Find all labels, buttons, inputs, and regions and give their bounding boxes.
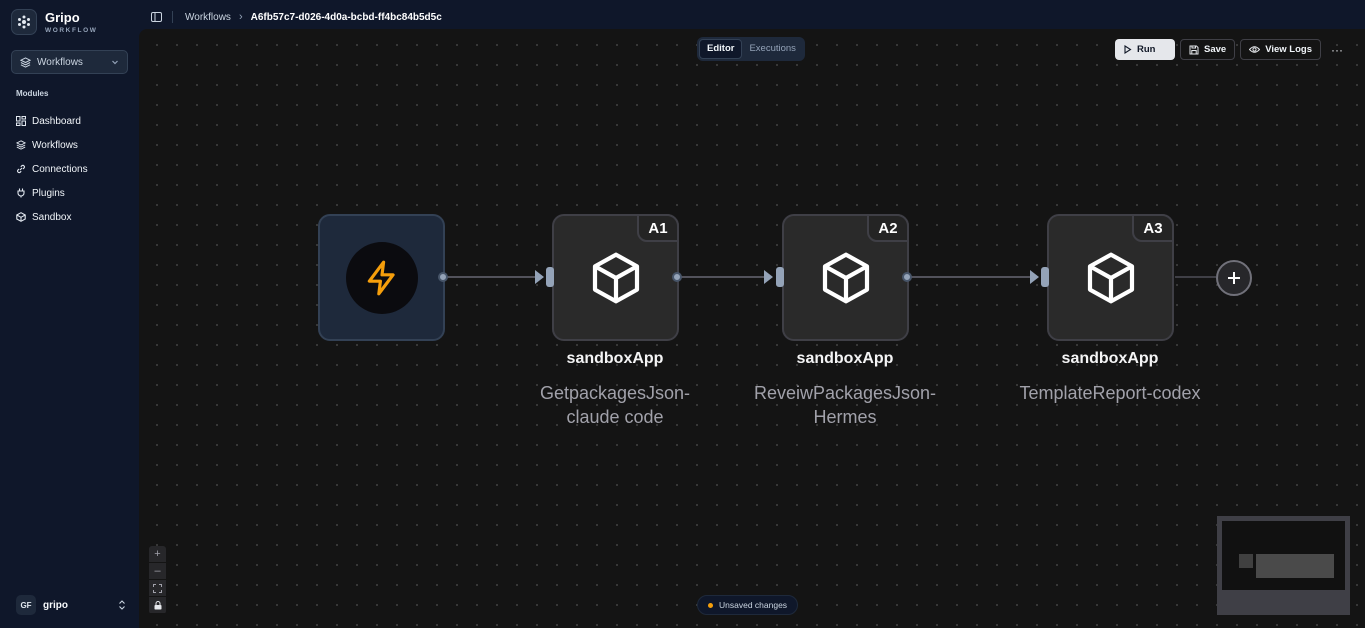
avatar: GF xyxy=(16,595,36,615)
logo-icon xyxy=(11,9,37,35)
node-output-handle[interactable] xyxy=(672,272,682,282)
chevron-down-icon xyxy=(112,60,118,65)
node-badge: A1 xyxy=(637,214,679,242)
box-icon xyxy=(16,212,26,222)
node-input-handle[interactable] xyxy=(1041,267,1049,287)
action-node-a2[interactable]: A2 xyxy=(782,214,909,341)
trigger-node[interactable] xyxy=(318,214,445,341)
layers-icon xyxy=(20,56,31,68)
node-title: sandboxApp xyxy=(1061,350,1159,367)
node-title: sandboxApp xyxy=(796,350,894,367)
node-subtitle-line: Hermes xyxy=(813,407,877,427)
node-output-handle[interactable] xyxy=(902,272,912,282)
brand[interactable]: Gripo WORKFLOW xyxy=(11,9,98,35)
sidebar-item-workflows[interactable]: Workflows xyxy=(16,133,88,157)
chevron-up-down-icon xyxy=(119,600,125,610)
sidebar-item-sandbox[interactable]: Sandbox xyxy=(16,205,88,229)
node-subtitle-line: claude code xyxy=(566,407,664,427)
breadcrumb-parent[interactable]: Workflows xyxy=(185,12,231,23)
status-dot xyxy=(708,602,713,608)
lightning-icon xyxy=(367,260,395,296)
plug-icon xyxy=(17,188,25,198)
chevron-right-icon: › xyxy=(238,11,243,23)
workflow-canvas[interactable]: Editor Executions Run Save View Logs ··· xyxy=(139,29,1365,628)
node-subtitle-line: TemplateReport-codex xyxy=(1019,383,1201,403)
minimap-node xyxy=(1239,554,1253,568)
sidebar-item-label: Plugins xyxy=(32,187,65,199)
divider xyxy=(172,11,173,23)
modules-heading: Modules xyxy=(16,89,49,98)
lock-button[interactable] xyxy=(149,597,166,614)
user-name: gripo xyxy=(43,599,68,611)
box-icon xyxy=(592,252,640,304)
minimap-node xyxy=(1256,554,1334,578)
zoom-in-button[interactable]: + xyxy=(149,546,166,563)
topbar: Workflows › A6fb57c7-d026-4d0a-bcbd-ff4b… xyxy=(139,5,1365,29)
breadcrumb-current: A6fb57c7-d026-4d0a-bcbd-ff4bc84b5d5c xyxy=(250,11,442,23)
node-subtitle-line: GetpackagesJson- xyxy=(539,383,691,403)
link-icon xyxy=(17,164,25,174)
node-subtitle: ReveiwPackagesJson- Hermes xyxy=(705,381,985,429)
sidebar-item-dashboard[interactable]: Dashboard xyxy=(16,109,88,133)
box-icon xyxy=(1087,252,1135,304)
fit-view-icon xyxy=(153,583,162,593)
app-name: Gripo xyxy=(45,9,80,25)
node-subtitle: TemplateReport-codex xyxy=(980,381,1240,405)
minimap[interactable] xyxy=(1217,516,1350,615)
lock-icon xyxy=(154,600,161,609)
node-subtitle-line: ReveiwPackagesJson- xyxy=(753,383,937,403)
layers-icon xyxy=(16,140,26,150)
node-subtitle: GetpackagesJson- claude code xyxy=(495,381,735,429)
fit-view-button[interactable] xyxy=(149,580,166,597)
sidebar-item-label: Connections xyxy=(32,163,88,175)
node-badge: A3 xyxy=(1132,214,1174,242)
user-menu[interactable]: GF gripo xyxy=(16,595,126,615)
box-icon xyxy=(822,252,870,304)
add-node-button[interactable] xyxy=(1216,260,1252,296)
sidebar-toggle-icon[interactable] xyxy=(151,12,162,22)
plus-icon xyxy=(1228,272,1240,284)
workspace-select[interactable]: Workflows xyxy=(11,50,128,74)
sidebar-item-connections[interactable]: Connections xyxy=(16,157,88,181)
minimap-viewport xyxy=(1222,521,1345,590)
node-title: sandboxApp xyxy=(566,350,664,367)
action-node-a1[interactable]: A1 xyxy=(552,214,679,341)
workspace-select-label: Workflows xyxy=(37,56,83,68)
sidebar-item-label: Sandbox xyxy=(32,211,72,223)
sidebar-item-label: Dashboard xyxy=(32,115,81,127)
sidebar: Gripo WORKFLOW Workflows Modules Dashboa… xyxy=(0,0,139,628)
zoom-controls: + – xyxy=(149,546,166,614)
node-input-handle[interactable] xyxy=(546,267,554,287)
trigger-output-handle[interactable] xyxy=(438,272,448,282)
sidebar-nav: Dashboard Workflows Connections Plugins … xyxy=(16,109,88,229)
app-subtitle: WORKFLOW xyxy=(45,26,98,34)
dashboard-icon xyxy=(16,116,26,126)
sidebar-item-plugins[interactable]: Plugins xyxy=(16,181,88,205)
status-text: Unsaved changes xyxy=(719,600,788,610)
sidebar-item-label: Workflows xyxy=(32,139,78,151)
node-badge: A2 xyxy=(867,214,909,242)
node-input-handle[interactable] xyxy=(776,267,784,287)
unsaved-status: Unsaved changes xyxy=(697,595,799,615)
zoom-out-button[interactable]: – xyxy=(149,563,166,580)
action-node-a3[interactable]: A3 xyxy=(1047,214,1174,341)
